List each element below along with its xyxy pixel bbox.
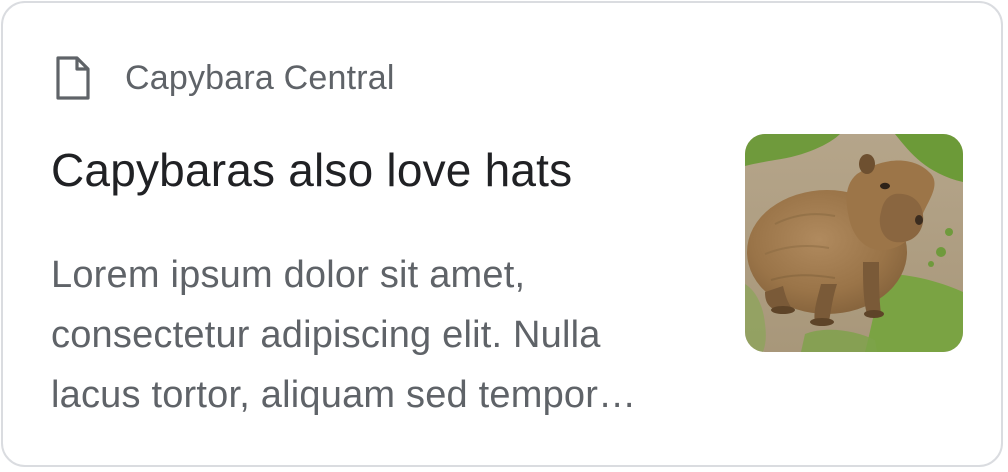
snippet-text: Lorem ipsum dolor sit amet, consectetur … (51, 254, 637, 416)
source-row[interactable]: Capybara Central (55, 53, 395, 103)
capybara-photo (745, 134, 963, 352)
result-card[interactable]: Capybara Central Capybaras also love hat… (1, 1, 1003, 467)
headline[interactable]: Capybaras also love hats (51, 143, 572, 197)
thumbnail-image[interactable] (745, 134, 963, 352)
source-name[interactable]: Capybara Central (125, 59, 395, 98)
document-icon (55, 55, 95, 101)
